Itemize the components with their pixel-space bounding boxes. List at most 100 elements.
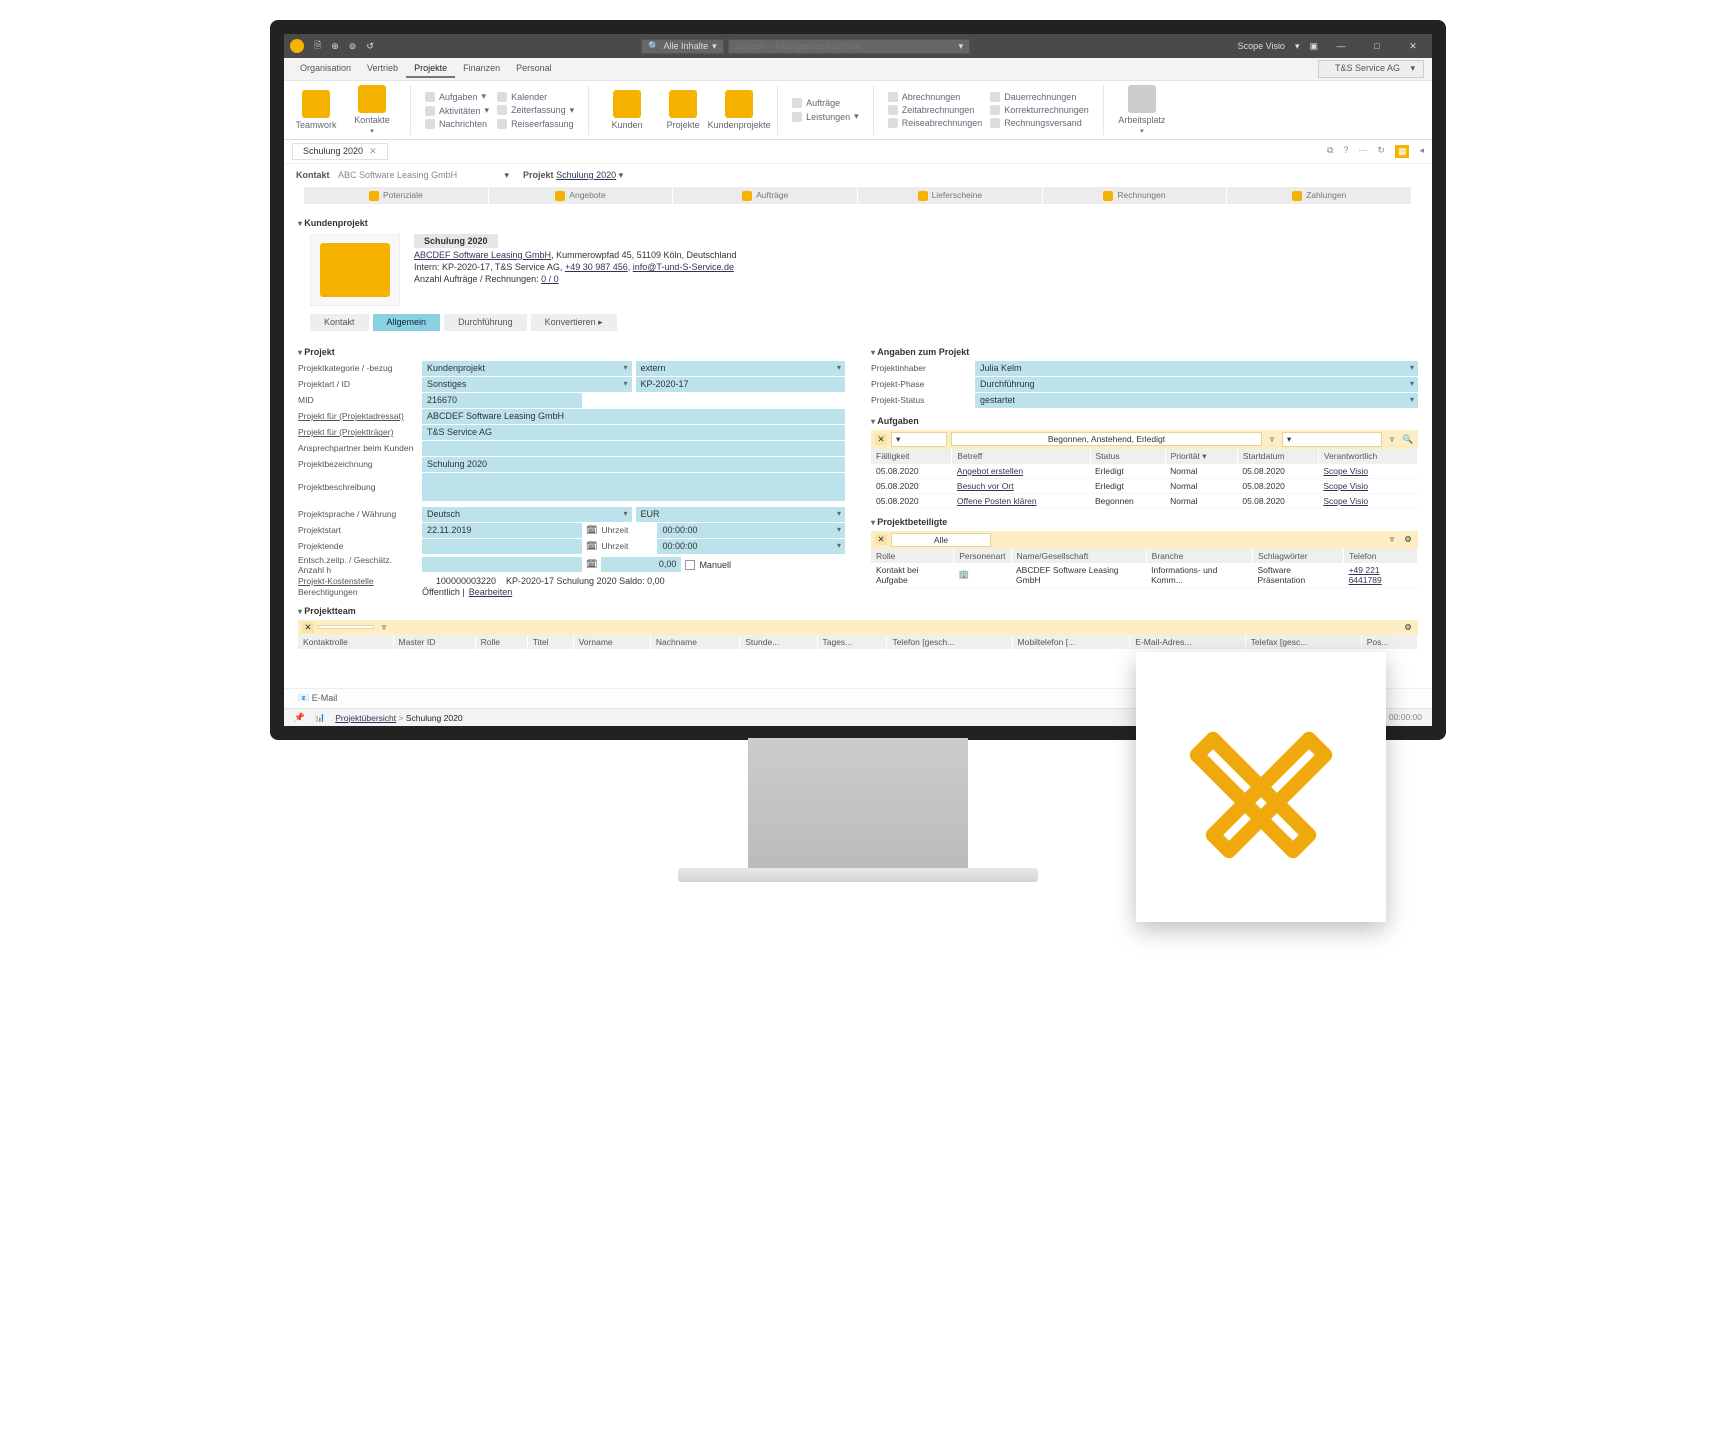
tb-icon[interactable]: ⊚ <box>349 41 357 52</box>
toggle-icon[interactable]: ▣ <box>1309 41 1318 52</box>
fld-art[interactable]: Sonstiges <box>422 377 632 392</box>
menu-vertrieb[interactable]: Vertrieb <box>359 60 406 78</box>
ribbon-zeiterfassung[interactable]: Zeiterfassung ▾ <box>497 104 574 117</box>
close-icon[interactable]: ✕ <box>369 146 377 157</box>
chart-icon[interactable]: 📊 <box>315 712 326 723</box>
fld-ende[interactable] <box>422 539 582 554</box>
fld-art-id[interactable]: KP-2020-17 <box>636 377 846 392</box>
fld-bezeichnung[interactable]: Schulung 2020 <box>422 457 845 472</box>
pin-icon[interactable]: 📌 <box>294 712 305 723</box>
ribbon-kunden[interactable]: Kunden <box>603 85 651 135</box>
fld-ende-time[interactable]: 00:00:00 <box>657 539 845 554</box>
ribbon-teamwork[interactable]: Teamwork <box>292 85 340 135</box>
filter-icon[interactable]: ▿ <box>1386 534 1398 545</box>
filter-chip[interactable]: ▾ <box>891 432 947 447</box>
menu-finanzen[interactable]: Finanzen <box>455 60 508 78</box>
table-row[interactable]: Kontakt bei Aufgabe 🏢 ABCDEF Software Le… <box>871 563 1418 588</box>
fld-anzahl-h[interactable]: 0,00 <box>601 557 681 572</box>
filter-icon[interactable]: ▿ <box>378 622 390 633</box>
calendar-icon[interactable]: 🗓 <box>586 525 597 536</box>
ribbon-reiseerfassung[interactable]: Reiseerfassung <box>497 118 574 130</box>
grid-icon[interactable]: ▦ <box>1395 145 1410 158</box>
fld-start-time[interactable]: 00:00:00 <box>657 523 845 538</box>
window-maximize[interactable]: □ <box>1364 41 1390 51</box>
edit-permissions[interactable]: Bearbeiten <box>469 587 513 597</box>
filter-close[interactable]: ✕ <box>875 534 887 545</box>
search-input[interactable] <box>735 41 955 51</box>
fld-start[interactable]: 22.11.2019 <box>422 523 582 538</box>
refresh-icon[interactable]: ↻ <box>1377 145 1385 158</box>
tab-kontakt[interactable]: Kontakt <box>310 314 369 331</box>
phase-lieferscheine[interactable]: Lieferscheine <box>858 187 1043 204</box>
ribbon-rechnungsversand[interactable]: Rechnungsversand <box>990 117 1089 129</box>
crumb-overview[interactable]: Projektübersicht <box>335 713 396 723</box>
global-search[interactable]: ▾ <box>728 39 971 54</box>
phase-zahlungen[interactable]: Zahlungen <box>1227 187 1412 204</box>
company-link[interactable]: ABCDEF Software Leasing GmbH <box>414 250 551 260</box>
counts-link[interactable]: 0 / 0 <box>541 274 559 284</box>
tab-konvertieren[interactable]: Konvertieren ▸ <box>531 314 617 331</box>
more-icon[interactable]: ⋯ <box>1358 145 1367 158</box>
fld-kategorie[interactable]: Kundenprojekt <box>422 361 632 376</box>
section-angaben[interactable]: Angaben zum Projekt <box>871 347 1418 357</box>
help-icon[interactable]: ? <box>1343 145 1348 158</box>
ribbon-korrekturrechnungen[interactable]: Korrekturrechnungen <box>990 104 1089 116</box>
tb-icon[interactable]: 🗎 <box>314 38 321 54</box>
search-scope-chip[interactable]: 🔍Alle Inhalte▾ <box>641 39 723 54</box>
window-minimize[interactable]: — <box>1328 41 1354 51</box>
ribbon-nachrichten[interactable]: Nachrichten <box>425 118 489 130</box>
fld-traeger[interactable]: T&S Service AG <box>422 425 845 440</box>
app-name[interactable]: Scope Visio <box>1238 41 1285 51</box>
filter-close[interactable]: ✕ <box>875 434 887 445</box>
fld-inhaber[interactable]: Julia Kelm <box>975 361 1418 376</box>
table-row[interactable]: 05.08.2020Besuch vor OrtErledigtNormal05… <box>871 478 1418 493</box>
ribbon-reiseabrechnungen[interactable]: Reiseabrechnungen <box>888 117 983 129</box>
ribbon-auftraege[interactable]: Aufträge <box>792 97 859 109</box>
app-orb-icon[interactable] <box>290 39 304 53</box>
tab-durchfuehrung[interactable]: Durchführung <box>444 314 527 331</box>
fld-waehrung[interactable]: EUR <box>636 507 846 522</box>
fld-phase[interactable]: Durchführung <box>975 377 1418 392</box>
mail-link[interactable]: info@T-und-S-Service.de <box>633 262 734 272</box>
phase-rechnungen[interactable]: Rechnungen <box>1043 187 1228 204</box>
tb-icon[interactable]: ⊕ <box>331 41 339 52</box>
section-aufgaben[interactable]: Aufgaben <box>871 416 1418 426</box>
org-selector[interactable]: T&S Service AG ▾ <box>1318 60 1424 78</box>
ribbon-abrechnungen[interactable]: Abrechnungen <box>888 91 983 103</box>
ribbon-kundenprojekte[interactable]: Kundenprojekte <box>715 85 763 135</box>
ribbon-kalender[interactable]: Kalender <box>497 91 574 103</box>
gear-icon[interactable]: ⚙ <box>1402 622 1414 633</box>
ribbon-arbeitsplatz[interactable]: Arbeitsplatz▾ <box>1118 85 1166 135</box>
filter-icon[interactable]: ▿ <box>1266 434 1278 445</box>
phase-potenziale[interactable]: Potenziale <box>304 187 489 204</box>
tel-link[interactable]: +49 30 987 456 <box>565 262 628 272</box>
context-kontakt[interactable]: ABC Software Leasing GmbH <box>332 170 502 180</box>
search-icon[interactable]: 🔍 <box>1402 434 1414 445</box>
gear-icon[interactable]: ⚙ <box>1402 534 1414 545</box>
fld-beschreibung[interactable] <box>422 473 845 501</box>
ribbon-projekte[interactable]: Projekte <box>659 85 707 135</box>
ribbon-kontakte[interactable]: Kontakte▾ <box>348 85 396 135</box>
ribbon-zeitabrechnungen[interactable]: Zeitabrechnungen <box>888 104 983 116</box>
fld-adressat[interactable]: ABCDEF Software Leasing GmbH <box>422 409 845 424</box>
window-close[interactable]: ✕ <box>1400 41 1426 52</box>
filter-chip[interactable]: ▾ <box>1282 432 1382 447</box>
phase-angebote[interactable]: Angebote <box>489 187 674 204</box>
menu-organisation[interactable]: Organisation <box>292 60 359 78</box>
filter-status[interactable]: Begonnen, Anstehend, Erledigt <box>951 432 1262 446</box>
filter-icon[interactable]: ▿ <box>1386 434 1398 445</box>
fld-kategorie-2[interactable]: extern <box>636 361 846 376</box>
filter-alle[interactable]: Alle <box>891 533 991 547</box>
tb-icon[interactable]: ↺ <box>366 41 374 52</box>
fld-entsch-date[interactable] <box>422 557 582 572</box>
ribbon-aktivitaeten[interactable]: Aktivitäten ▾ <box>425 104 489 117</box>
calendar-icon[interactable]: 🗓 <box>586 541 597 552</box>
ribbon-dauerrechnungen[interactable]: Dauerrechnungen <box>990 91 1089 103</box>
fld-ansprech[interactable] <box>422 441 845 456</box>
ribbon-aufgaben[interactable]: Aufgaben ▾ <box>425 90 489 103</box>
doc-tab[interactable]: Schulung 2020✕ <box>292 143 388 160</box>
section-projekt[interactable]: Projekt <box>298 347 845 357</box>
phase-auftraege[interactable]: Aufträge <box>673 187 858 204</box>
collapse-icon[interactable]: ◂ <box>1419 145 1424 158</box>
context-projekt[interactable]: Schulung 2020 <box>556 170 616 180</box>
